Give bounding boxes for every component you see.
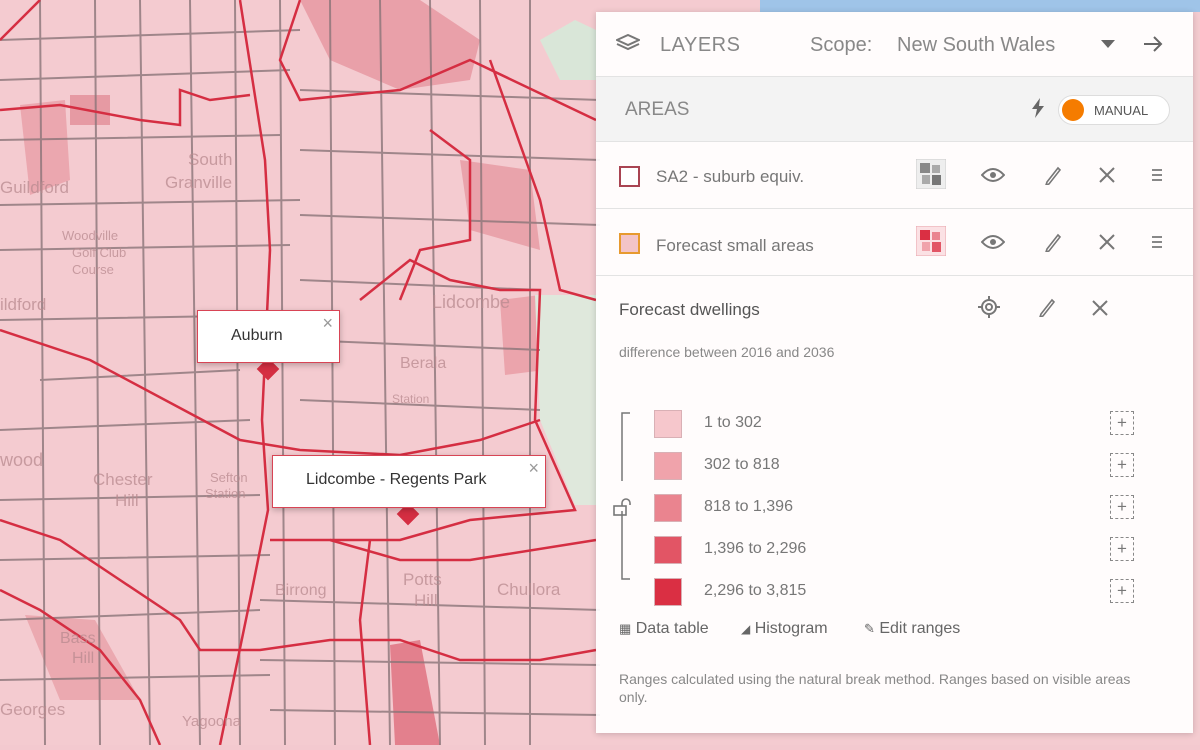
range-swatch[interactable] [654, 536, 682, 564]
add-range-icon[interactable]: + [1110, 579, 1134, 603]
map-style-icon[interactable] [916, 159, 946, 189]
panel-header: LAYERS Scope: New South Wales [596, 12, 1193, 76]
range-swatch[interactable] [654, 410, 682, 438]
layer-row-sa2[interactable]: SA2 - suburb equiv. [596, 142, 1193, 209]
auburn-popup: Auburn × [197, 310, 340, 363]
unlock-icon[interactable] [613, 498, 633, 516]
drag-handle-icon[interactable] [1152, 168, 1162, 182]
add-range-icon[interactable]: + [1110, 411, 1134, 435]
range-label: 1 to 302 [704, 414, 762, 431]
scope-select[interactable]: New South Wales [897, 34, 1055, 57]
theme-section: Forecast dwellings difference between 20… [596, 276, 1193, 733]
toggle-knob [1062, 99, 1084, 121]
lightning-icon[interactable] [1031, 98, 1045, 118]
arrow-right-icon[interactable] [1142, 34, 1164, 54]
data-table-label: Data table [635, 620, 709, 637]
layer-name: Forecast small areas [656, 236, 814, 255]
layer-row-forecast[interactable]: Forecast small areas [596, 209, 1193, 276]
lidcombe-popup: Lidcombe - Regents Park × [272, 455, 546, 508]
table-icon: ▦ [619, 621, 632, 636]
histogram-icon: ◢ [741, 622, 751, 636]
range-row[interactable]: 1,396 to 2,296 + [654, 536, 1144, 566]
map-style-icon[interactable] [916, 226, 946, 256]
close-icon[interactable] [1099, 167, 1115, 183]
panel-title: LAYERS [660, 34, 741, 56]
layer-color-swatch [619, 166, 640, 187]
scope-label: Scope: [810, 34, 873, 56]
close-icon[interactable] [1092, 300, 1108, 316]
add-range-icon[interactable]: + [1110, 537, 1134, 561]
pencil-icon: ✎ [864, 621, 875, 636]
layers-icon [616, 34, 640, 51]
lidcombe-popup-label: Lidcombe - Regents Park [306, 471, 487, 488]
histogram-link[interactable]: ◢ Histogram [741, 620, 828, 638]
range-row[interactable]: 1 to 302 + [654, 410, 1144, 440]
range-swatch[interactable] [654, 494, 682, 522]
pencil-icon[interactable] [1044, 232, 1062, 252]
range-label: 818 to 1,396 [704, 498, 793, 515]
close-icon[interactable]: × [528, 458, 539, 479]
add-range-icon[interactable]: + [1110, 495, 1134, 519]
close-icon[interactable]: × [322, 313, 333, 334]
range-row[interactable]: 302 to 818 + [654, 452, 1144, 482]
areas-section-header: AREAS MANUAL [596, 76, 1193, 142]
range-swatch[interactable] [654, 452, 682, 480]
theme-subtitle: difference between 2016 and 2036 [619, 344, 835, 360]
range-label: 1,396 to 2,296 [704, 540, 807, 557]
water-area [760, 0, 1200, 12]
theme-title: Forecast dwellings [619, 300, 760, 319]
histogram-label: Histogram [754, 620, 828, 637]
edit-ranges-label: Edit ranges [879, 620, 961, 637]
range-label: 2,296 to 3,815 [704, 582, 807, 599]
areas-title: AREAS [625, 99, 690, 120]
edit-ranges-link[interactable]: ✎ Edit ranges [864, 620, 960, 638]
gear-icon[interactable] [978, 296, 1000, 318]
layer-color-swatch [619, 233, 640, 254]
manual-toggle[interactable]: MANUAL [1058, 95, 1170, 125]
close-icon[interactable] [1099, 234, 1115, 250]
auburn-popup-label: Auburn [231, 327, 283, 344]
layers-panel: LAYERS Scope: New South Wales AREAS MANU… [596, 12, 1193, 733]
toggle-label: MANUAL [1094, 103, 1149, 118]
pencil-icon[interactable] [1038, 297, 1056, 317]
range-label: 302 to 818 [704, 456, 780, 473]
range-swatch[interactable] [654, 578, 682, 606]
range-lock-bracket [621, 412, 630, 580]
drag-handle-icon[interactable] [1152, 235, 1162, 249]
pencil-icon[interactable] [1044, 165, 1062, 185]
eye-icon[interactable] [981, 167, 1005, 183]
data-table-link[interactable]: ▦ Data table [619, 620, 709, 638]
eye-icon[interactable] [981, 234, 1005, 250]
range-row[interactable]: 818 to 1,396 + [654, 494, 1144, 524]
range-method-note: Ranges calculated using the natural brea… [619, 671, 1131, 705]
range-row[interactable]: 2,296 to 3,815 + [654, 578, 1144, 608]
add-range-icon[interactable]: + [1110, 453, 1134, 477]
layer-name: SA2 - suburb equiv. [656, 167, 805, 186]
chevron-down-icon[interactable] [1101, 40, 1115, 50]
